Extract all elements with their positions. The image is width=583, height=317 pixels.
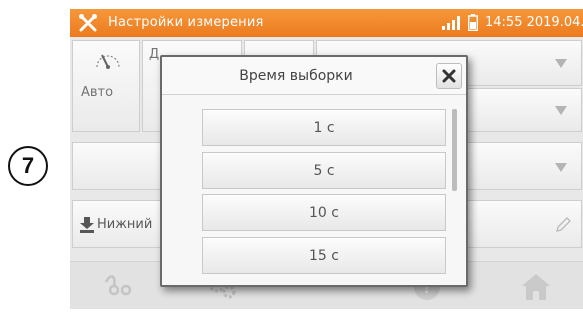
battery-icon: [468, 14, 478, 31]
step-number-marker: 7: [8, 146, 48, 186]
device-screen: Настройки измерения 14:55 2019.04.10 Авт…: [70, 9, 583, 309]
sample-time-dialog: Время выборки 1 с 5 с 10 с 15 с: [160, 55, 468, 287]
dialog-title: Время выборки: [239, 68, 353, 84]
close-button[interactable]: [436, 63, 462, 89]
status-bar-time: 14:55 2019.04.10: [485, 15, 583, 30]
tools-icon: [79, 14, 97, 32]
option-1s[interactable]: 1 с: [202, 109, 446, 146]
close-icon: [442, 69, 456, 83]
option-15s[interactable]: 15 с: [202, 237, 446, 274]
status-bar: Настройки измерения 14:55 2019.04.10: [70, 9, 583, 37]
dialog-header: Время выборки: [162, 57, 466, 95]
status-bar-title: Настройки измерения: [108, 15, 264, 30]
option-10s[interactable]: 10 с: [202, 194, 446, 231]
signal-icon: [442, 16, 460, 30]
dialog-scrollbar[interactable]: [452, 109, 457, 191]
option-5s[interactable]: 5 с: [202, 152, 446, 189]
